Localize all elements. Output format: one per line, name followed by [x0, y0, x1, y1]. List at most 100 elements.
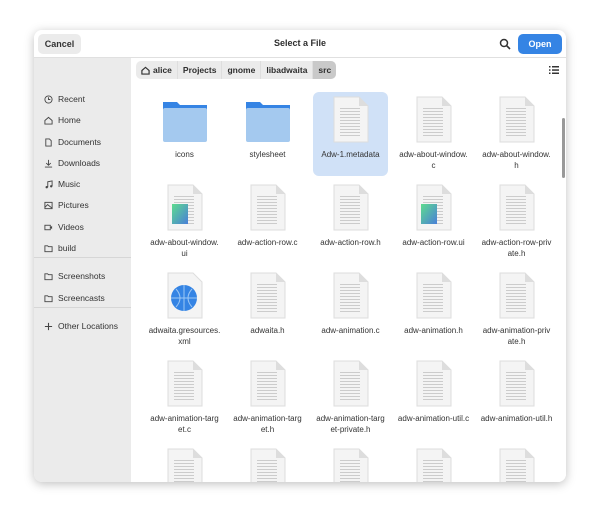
sidebar-item-label: Documents: [58, 137, 101, 147]
file-item[interactable]: adw-about-window.c: [396, 92, 471, 176]
file-name: adw-action-row.c: [237, 238, 298, 247]
text-file-icon: [499, 448, 534, 482]
file-name: adw-animation.c: [321, 326, 380, 335]
sidebar-item-pictures[interactable]: Pictures: [44, 197, 89, 213]
breadcrumb-alice[interactable]: alice: [136, 61, 178, 79]
list-view-icon[interactable]: [549, 65, 559, 75]
sidebar-item-label: build: [58, 243, 76, 253]
scrollbar[interactable]: [562, 118, 565, 178]
text-file-icon: [416, 272, 451, 319]
document-icon: [45, 137, 52, 147]
sidebar-item-label: Screencasts: [58, 293, 105, 303]
file-item[interactable]: [313, 444, 388, 482]
file-item[interactable]: adwaita.gresources.xml: [147, 268, 222, 352]
file-name: adw-about-window.h: [482, 150, 551, 170]
sidebar-item-other-locations[interactable]: Other Locations: [44, 318, 118, 334]
text-file-icon: [499, 272, 534, 319]
sidebar: Recent Home Documents Downloads Music Picture…: [34, 58, 131, 482]
breadcrumb-libadwaita[interactable]: libadwaita: [261, 61, 314, 79]
picture-icon: [44, 201, 53, 209]
text-file-icon: [167, 448, 202, 482]
text-file-icon: [250, 184, 285, 231]
file-item[interactable]: adw-animation-target.h: [230, 356, 305, 440]
file-name: adw-action-row.h: [320, 238, 381, 247]
file-name: adw-animation-private.h: [482, 326, 551, 346]
folder-icon: [44, 294, 53, 302]
text-file-icon: [499, 96, 534, 143]
file-item[interactable]: adw-action-row.h: [313, 180, 388, 264]
text-file-icon: [333, 272, 368, 319]
file-item[interactable]: adw-about-window.ui: [147, 180, 222, 264]
file-item[interactable]: adw-about-window.h: [479, 92, 554, 176]
text-file-icon: [167, 360, 202, 407]
text-file-icon: [250, 272, 285, 319]
file-item[interactable]: adw-action-row.ui: [396, 180, 471, 264]
file-item[interactable]: icons: [147, 92, 222, 176]
plus-icon: [44, 322, 53, 330]
sidebar-item-music[interactable]: Music: [44, 176, 80, 192]
file-name: adwaita.gresources.xml: [148, 326, 221, 346]
ui-file-icon: [416, 184, 451, 231]
file-item[interactable]: Adw-1.metadata: [313, 92, 388, 176]
file-item[interactable]: adw-animation-private.h: [479, 268, 554, 352]
file-item[interactable]: adw-animation-util.h: [479, 356, 554, 440]
file-item[interactable]: adwaita.h: [230, 268, 305, 352]
file-item[interactable]: [147, 444, 222, 482]
file-name: adw-about-window.ui: [150, 238, 219, 258]
sidebar-item-label: Videos: [58, 222, 84, 232]
file-name: adw-action-row.ui: [402, 238, 465, 247]
file-item[interactable]: adw-action-row-private.h: [479, 180, 554, 264]
sidebar-item-label: Other Locations: [58, 321, 119, 331]
sidebar-item-home[interactable]: Home: [44, 112, 81, 128]
video-icon: [44, 224, 53, 230]
sidebar-item-screenshots[interactable]: Screenshots: [44, 268, 105, 284]
clock-icon: [44, 94, 53, 104]
search-icon[interactable]: [499, 38, 511, 50]
breadcrumb-label: src: [318, 65, 332, 75]
folder-icon: [44, 244, 53, 252]
file-item[interactable]: adw-animation-util.c: [396, 356, 471, 440]
sidebar-item-downloads[interactable]: Downloads: [44, 155, 100, 171]
sidebar-item-label: Recent: [58, 94, 85, 104]
text-file-icon: [416, 448, 451, 482]
sidebar-item-videos[interactable]: Videos: [44, 219, 84, 235]
home-icon: [44, 116, 53, 125]
file-item[interactable]: adw-animation.c: [313, 268, 388, 352]
file-item[interactable]: adw-action-row.c: [230, 180, 305, 264]
download-icon: [44, 159, 53, 168]
sidebar-item-documents[interactable]: Documents: [44, 134, 101, 150]
file-item[interactable]: adw-animation.h: [396, 268, 471, 352]
text-file-icon: [333, 360, 368, 407]
breadcrumb-label: alice: [153, 65, 172, 75]
breadcrumb-gnome[interactable]: gnome: [222, 61, 262, 79]
file-item[interactable]: adw-animation-target-private.h: [313, 356, 388, 440]
breadcrumb-Projects[interactable]: Projects: [178, 61, 223, 79]
breadcrumb-label: Projects: [182, 65, 217, 75]
dialog-title: Select a File: [273, 38, 327, 48]
breadcrumb-src[interactable]: src: [313, 61, 337, 79]
file-item[interactable]: adw-animation-target.c: [147, 356, 222, 440]
file-name: adw-animation.h: [404, 326, 463, 335]
file-name: adwaita.h: [250, 326, 285, 335]
ui-file-icon: [167, 184, 202, 231]
file-item[interactable]: stylesheet: [230, 92, 305, 176]
text-file-icon: [416, 360, 451, 407]
file-view: alice Projects gnome libadwaita src icons sty…: [131, 58, 566, 482]
file-name: adw-animation-util.c: [397, 414, 470, 423]
file-name: Adw-1.metadata: [321, 150, 380, 159]
file-name: adw-animation-target.c: [150, 414, 219, 434]
sidebar-item-screencasts[interactable]: Screencasts: [44, 290, 105, 306]
folder-icon: [162, 102, 207, 142]
file-item[interactable]: [479, 444, 554, 482]
file-name: adw-animation-target-private.h: [316, 414, 385, 434]
open-button[interactable]: Open: [518, 34, 562, 54]
sidebar-item-recent[interactable]: Recent: [44, 91, 85, 107]
file-name: adw-action-row-private.h: [481, 238, 552, 258]
sidebar-item-build[interactable]: build: [44, 240, 76, 256]
text-file-icon: [250, 360, 285, 407]
file-chooser-dialog: Cancel Select a File Open Recent Home Docu…: [34, 30, 566, 482]
file-grid: icons stylesheet Adw-1.metadata adw-about-w…: [147, 92, 554, 482]
file-name: adw-animation-target.h: [233, 414, 302, 434]
file-item[interactable]: [230, 444, 305, 482]
file-item[interactable]: [396, 444, 471, 482]
